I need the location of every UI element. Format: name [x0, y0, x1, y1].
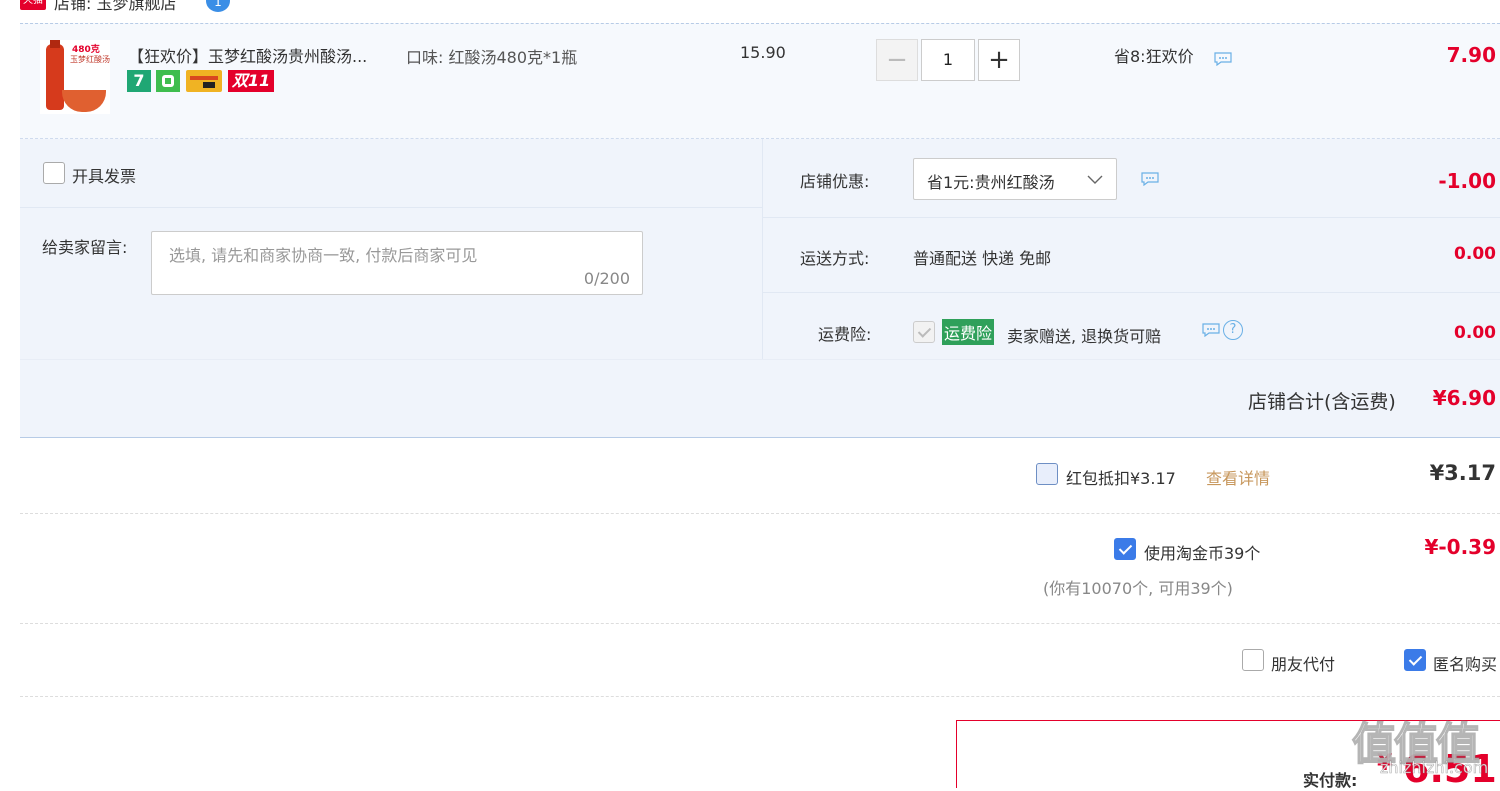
- shop-total-label: 店铺合计(含运费): [1248, 391, 1396, 413]
- insurance-message-icon[interactable]: [1202, 323, 1220, 337]
- red-packet-label[interactable]: 红包抵扣¥3.17: [1066, 465, 1176, 489]
- shop-badge: 1: [206, 0, 230, 12]
- product-image-text-2: 玉梦红酸汤: [70, 55, 110, 64]
- unit-price: 15.90: [740, 43, 786, 62]
- promo-label: 省8:狂欢价: [1114, 47, 1194, 66]
- watermark-site: zhizhizhi.com: [1380, 758, 1489, 778]
- help-icon[interactable]: ?: [1223, 320, 1243, 340]
- taojinbi-amount: ¥-0.39: [1424, 535, 1496, 559]
- red-packet-details-link[interactable]: 查看详情: [1206, 465, 1270, 489]
- shop-discount-selected: 省1元:贵州红酸汤: [927, 173, 1055, 192]
- shop-total-amount: ¥6.90: [1432, 386, 1496, 410]
- promo-message-icon[interactable]: [1214, 52, 1232, 66]
- pay-label: 实付款:: [1303, 771, 1358, 790]
- item-title[interactable]: 【狂欢价】玉梦红酸汤贵州酸汤...: [128, 43, 367, 67]
- tmall-icon: 天猫: [20, 0, 46, 10]
- insurance-checkbox: [913, 321, 935, 343]
- red-packet-amount: ¥3.17: [1429, 461, 1496, 485]
- seven-day-return-icon: 7: [127, 70, 151, 92]
- insurance-tag: 运费险: [942, 319, 995, 345]
- shipping-label: 运送方式:: [800, 249, 870, 268]
- item-spec: 口味: 红酸汤480克*1瓶: [406, 48, 578, 67]
- android-icon: [156, 70, 180, 92]
- red-packet-checkbox[interactable]: [1036, 463, 1058, 485]
- note-textarea[interactable]: 选填, 请先和商家协商一致, 付款后商家可见 0/200: [151, 231, 643, 295]
- note-counter: 0/200: [583, 269, 630, 288]
- shop-discount-amount: -1.00: [1438, 169, 1496, 193]
- order-options-panel: 开具发票 给卖家留言: 选填, 请先和商家协商一致, 付款后商家可见 0/200…: [20, 139, 1500, 438]
- shipping-value: 普通配送 快递 免邮: [913, 249, 1052, 268]
- friend-pay-checkbox[interactable]: [1242, 649, 1264, 671]
- note-label: 给卖家留言:: [42, 238, 128, 257]
- anonymous-label[interactable]: 匿名购买: [1433, 651, 1500, 675]
- note-placeholder: 选填, 请先和商家协商一致, 付款后商家可见: [169, 246, 478, 265]
- shop-discount-label: 店铺优惠:: [800, 172, 870, 191]
- invoice-label[interactable]: 开具发票: [72, 163, 136, 187]
- discount-message-icon[interactable]: [1141, 172, 1159, 186]
- insurance-amount: 0.00: [1454, 323, 1496, 343]
- chevron-down-icon: [1087, 175, 1103, 184]
- taojinbi-label[interactable]: 使用淘金币39个: [1144, 540, 1260, 564]
- insurance-desc: 卖家赠送, 退换货可赔: [1007, 327, 1162, 346]
- order-item-row: 480克 玉梦红酸汤 【狂欢价】玉梦红酸汤贵州酸汤... 口味: 红酸汤480克…: [20, 23, 1500, 139]
- insurance-label: 运费险:: [818, 325, 872, 344]
- product-image[interactable]: 480克 玉梦红酸汤: [40, 40, 110, 114]
- item-subtotal: 7.90: [1446, 43, 1496, 67]
- card-icon: [186, 70, 222, 92]
- taojinbi-checkbox[interactable]: [1114, 538, 1136, 560]
- taojinbi-sub: (你有10070个, 可用39个): [1043, 579, 1233, 598]
- anonymous-checkbox[interactable]: [1404, 649, 1426, 671]
- quantity-input[interactable]: 1: [921, 39, 975, 81]
- double11-icon: 双11: [228, 70, 274, 92]
- invoice-checkbox[interactable]: [43, 162, 65, 184]
- quantity-decrease-button[interactable]: −: [876, 39, 918, 81]
- friend-pay-label[interactable]: 朋友代付: [1271, 651, 1335, 675]
- shop-discount-select[interactable]: 省1元:贵州红酸汤: [913, 158, 1117, 200]
- shop-header: 天猫 店铺: 玉梦旗舰店 1: [20, 0, 420, 16]
- shipping-amount: 0.00: [1454, 244, 1496, 264]
- quantity-increase-button[interactable]: +: [978, 39, 1020, 81]
- shop-name[interactable]: 店铺: 玉梦旗舰店: [54, 0, 176, 14]
